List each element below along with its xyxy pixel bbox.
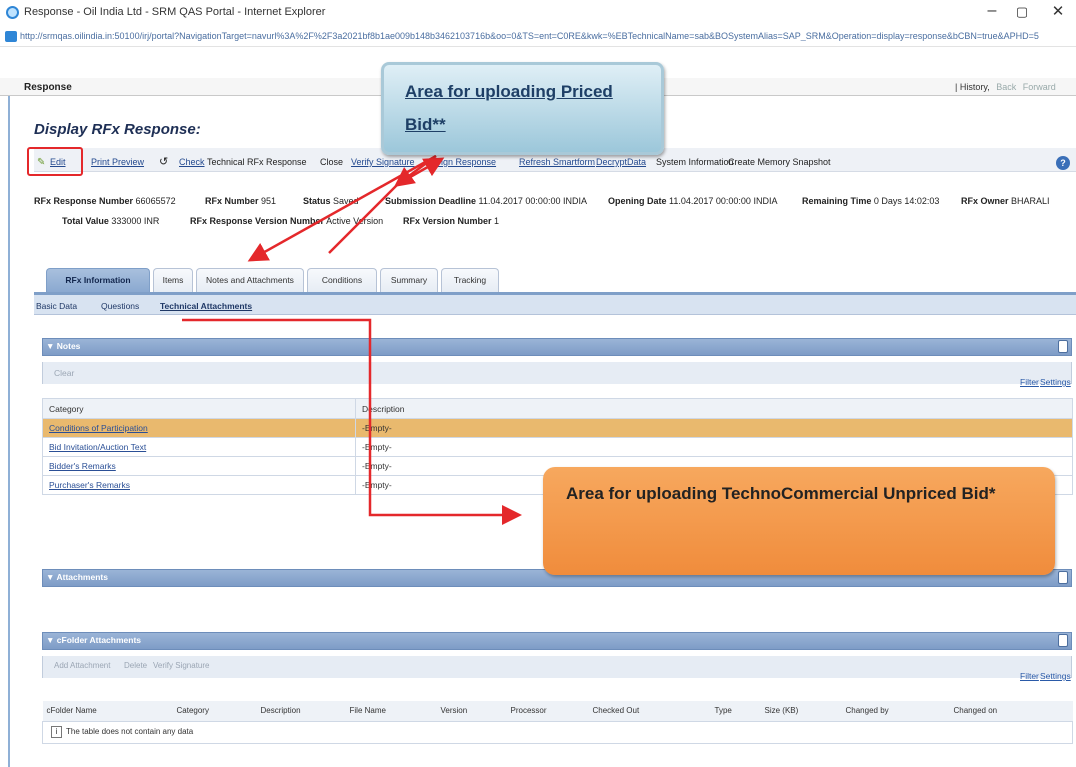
tab-tracking[interactable]: Tracking <box>441 268 499 292</box>
cfolder-tray-header[interactable] <box>42 632 1072 650</box>
add-attachment-button[interactable]: Add Attachment <box>54 661 110 670</box>
column-header-changed-on[interactable]: Changed on <box>949 701 1073 722</box>
column-header-description[interactable]: Description <box>355 398 1073 419</box>
rfx-response-version-field: RFx Response Version Number Active Versi… <box>190 216 384 226</box>
status-field: Status Saved <box>303 196 359 206</box>
priced-bid-callout-text: Area for uploading Priced Bid** <box>405 82 613 134</box>
maximize-icon[interactable]: ▢ <box>1014 4 1030 20</box>
notes-description: -Empty- <box>355 437 1073 457</box>
remaining-time-field: Remaining Time 0 Days 14:02:03 <box>802 196 940 206</box>
notes-filter-link[interactable]: Filter <box>1020 377 1039 387</box>
address-url[interactable]: http://srmqas.oilindia.in:50100/irj/port… <box>20 31 1072 41</box>
create-memory-snapshot-button[interactable]: Create Memory Snapshot <box>728 157 831 167</box>
minimize-icon[interactable]: – <box>982 2 1002 22</box>
column-header-checked-out[interactable]: Checked Out <box>588 701 711 722</box>
column-header-file-name[interactable]: File Name <box>345 701 437 722</box>
table-row[interactable]: Conditions of Participation -Empty- <box>42 418 1073 438</box>
tray-options-icon[interactable] <box>1058 634 1068 647</box>
table-row[interactable]: Bid Invitation/Auction Text -Empty- <box>42 437 1073 457</box>
edit-highlight-box <box>27 147 83 176</box>
priced-bid-callout: Area for uploading Priced Bid** <box>381 62 664 155</box>
total-value-field: Total Value 333000 INR <box>62 216 160 226</box>
column-header-category[interactable]: Category <box>42 398 356 419</box>
notes-settings-link[interactable]: Settings <box>1040 377 1071 387</box>
submission-deadline-field: Submission Deadline 11.04.2017 00:00:00 … <box>385 196 587 206</box>
refresh-smartform-button[interactable]: Refresh Smartform <box>519 157 595 167</box>
subnav-technical-attachments[interactable]: Technical Attachments <box>160 301 252 311</box>
technical-rfx-response-button[interactable]: Technical RFx Response <box>207 157 307 167</box>
opening-date-field: Opening Date 11.04.2017 00:00:00 INDIA <box>608 196 778 206</box>
system-information-button[interactable]: System Information <box>656 157 734 167</box>
history-link[interactable]: History <box>960 82 987 92</box>
column-header-version[interactable]: Version <box>436 701 507 722</box>
back-link[interactable]: Back <box>996 82 1016 92</box>
help-icon[interactable]: ? <box>1056 156 1070 170</box>
tab-notes-and-attachments[interactable]: Notes and Attachments <box>196 268 304 292</box>
tab-summary[interactable]: Summary <box>380 268 438 292</box>
notes-category-link[interactable]: Bid Invitation/Auction Text <box>49 442 146 452</box>
notes-tray-title[interactable]: ▼ Notes <box>46 341 80 351</box>
subnav-basic-data[interactable]: Basic Data <box>36 301 77 311</box>
window-titlebar: Response - Oil India Ltd - SRM QAS Porta… <box>0 0 1076 26</box>
tab-conditions[interactable]: Conditions <box>307 268 377 292</box>
decrypt-data-button[interactable]: DecryptData <box>596 157 646 167</box>
portal-nav-links: | History, Back Forward <box>955 82 1056 92</box>
page-icon <box>5 31 17 42</box>
column-header-changed-by[interactable]: Changed by <box>841 701 950 722</box>
cfolder-tray-title[interactable]: ▼ cFolder Attachments <box>46 635 141 645</box>
column-header-category[interactable]: Category <box>172 701 257 722</box>
unpriced-bid-callout: Area for uploading TechnoCommercial Unpr… <box>543 467 1055 575</box>
forward-link[interactable]: Forward <box>1023 82 1056 92</box>
attachments-tray-title[interactable]: ▼ Attachments <box>46 572 108 582</box>
rfx-number-field: RFx Number 951 <box>205 196 277 206</box>
tray-options-icon[interactable] <box>1058 571 1068 584</box>
unpriced-bid-callout-text: Area for uploading TechnoCommercial Unpr… <box>566 484 996 503</box>
notes-tray-header[interactable] <box>42 338 1072 356</box>
column-header-processor[interactable]: Processor <box>506 701 589 722</box>
notes-description: -Empty- <box>355 418 1073 438</box>
info-icon: i <box>51 726 62 738</box>
cfolder-filter-link[interactable]: Filter <box>1020 671 1039 681</box>
left-border <box>8 96 10 767</box>
empty-table-message: The table does not contain any data <box>66 727 194 736</box>
column-header-description[interactable]: Description <box>256 701 346 722</box>
address-bar[interactable]: http://srmqas.oilindia.in:50100/irj/port… <box>0 27 1076 47</box>
column-header-type[interactable]: Type <box>710 701 761 722</box>
tab-rfx-information[interactable]: RFx Information <box>46 268 150 292</box>
rfx-version-field: RFx Version Number 1 <box>403 216 500 226</box>
tab-items[interactable]: Items <box>153 268 193 292</box>
page-title: Display RFx Response: <box>34 121 201 138</box>
notes-category-link[interactable]: Conditions of Participation <box>49 423 148 433</box>
column-header-cfolder-name[interactable]: cFolder Name <box>42 701 173 722</box>
subnav-questions[interactable]: Questions <box>101 301 139 311</box>
cfolder-settings-link[interactable]: Settings <box>1040 671 1071 681</box>
sign-response-button[interactable]: Sign Response <box>435 157 496 167</box>
check-button[interactable]: Check <box>179 157 205 167</box>
print-preview-button[interactable]: Print Preview <box>91 157 144 167</box>
browser-icon <box>6 6 19 19</box>
tray-options-icon[interactable] <box>1058 340 1068 353</box>
rfx-response-number-field: RFx Response Number 66065572 <box>34 196 176 206</box>
column-header-size[interactable]: Size (KB) <box>760 701 842 722</box>
rfx-owner-field: RFx Owner BHARALI <box>961 196 1050 206</box>
notes-category-link[interactable]: Purchaser's Remarks <box>49 480 130 490</box>
portal-title: Response <box>24 82 72 93</box>
empty-table-row: i The table does not contain any data <box>42 720 1073 744</box>
verify-signature-button[interactable]: Verify Signature <box>153 661 209 670</box>
close-button[interactable]: Close <box>320 157 343 167</box>
refresh-icon[interactable]: ↺ <box>159 155 168 168</box>
close-icon[interactable]: ✕ <box>1048 2 1068 22</box>
window-title: Response - Oil India Ltd - SRM QAS Porta… <box>24 6 326 18</box>
clear-button[interactable]: Clear <box>54 368 74 378</box>
cfolder-table: cFolder Name Category Description File N… <box>42 701 1073 744</box>
notes-category-link[interactable]: Bidder's Remarks <box>49 461 116 471</box>
delete-button[interactable]: Delete <box>124 661 147 670</box>
verify-signature-button[interactable]: Verify Signature <box>351 157 415 167</box>
notes-tray-toolbar <box>42 362 1072 384</box>
